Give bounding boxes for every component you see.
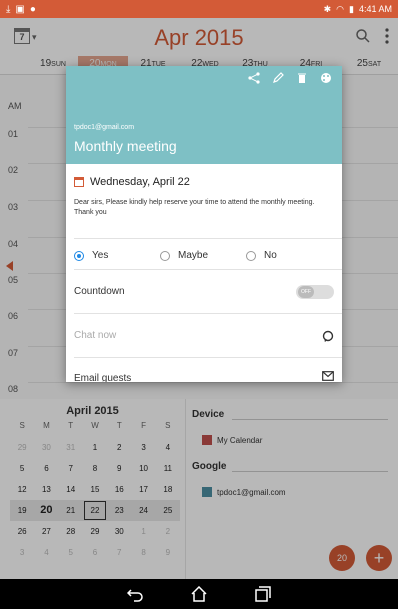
- countdown-label: Countdown: [74, 286, 125, 297]
- edit-icon[interactable]: [272, 72, 284, 84]
- event-title: Monthly meeting: [74, 138, 177, 154]
- event-description: Dear sirs, Please kindly help reserve yo…: [74, 199, 315, 216]
- rsvp-options: Yes Maybe No: [74, 250, 332, 261]
- event-date-row: Wednesday, April 22: [74, 176, 190, 188]
- recents-icon[interactable]: [254, 586, 272, 602]
- rsvp-maybe[interactable]: Maybe: [160, 250, 246, 261]
- delete-icon[interactable]: [296, 72, 308, 84]
- email-guests-label[interactable]: Email guests: [74, 373, 131, 382]
- event-header: tpdoc1@gmail.com Monthly meeting: [66, 66, 342, 164]
- rsvp-yes[interactable]: Yes: [74, 250, 160, 261]
- rsvp-no[interactable]: No: [246, 250, 332, 261]
- home-icon[interactable]: [190, 586, 208, 602]
- notification-icon: ●: [29, 3, 36, 15]
- countdown-toggle[interactable]: OFF: [296, 285, 334, 299]
- download-icon: ⤓: [6, 3, 11, 15]
- event-details-dialog: tpdoc1@gmail.com Monthly meeting Wednesd…: [66, 66, 342, 382]
- toggle-state: OFF: [298, 286, 314, 298]
- chat-now-label[interactable]: Chat now: [74, 330, 116, 341]
- event-date: Wednesday, April 22: [90, 176, 190, 188]
- rsvp-label: Maybe: [178, 250, 209, 261]
- event-organizer-email: tpdoc1@gmail.com: [74, 124, 135, 131]
- gallery-icon: ▣: [15, 3, 25, 15]
- status-bar: ⤓ ▣ ● ✱ ◠ ▮ 4:41 AM: [0, 0, 398, 18]
- radio-icon[interactable]: [160, 250, 170, 261]
- calendar-date-icon: [74, 177, 84, 187]
- back-icon[interactable]: [126, 586, 144, 602]
- divider: [74, 269, 342, 270]
- rsvp-label: Yes: [92, 250, 109, 261]
- bluetooth-icon: ✱: [323, 3, 332, 14]
- palette-icon[interactable]: [320, 72, 332, 84]
- chat-icon[interactable]: [322, 330, 334, 342]
- radio-icon[interactable]: [246, 250, 256, 261]
- battery-icon: ▮: [349, 3, 354, 14]
- divider: [74, 238, 342, 239]
- rsvp-label: No: [264, 250, 277, 261]
- share-icon[interactable]: [248, 72, 260, 84]
- navigation-bar: [0, 579, 398, 609]
- wifi-icon: ◠: [336, 3, 345, 14]
- radio-selected-icon[interactable]: [74, 250, 84, 261]
- divider: [74, 357, 342, 358]
- mail-icon[interactable]: [322, 371, 334, 381]
- clock: 4:41 AM: [358, 4, 392, 14]
- divider: [74, 313, 342, 314]
